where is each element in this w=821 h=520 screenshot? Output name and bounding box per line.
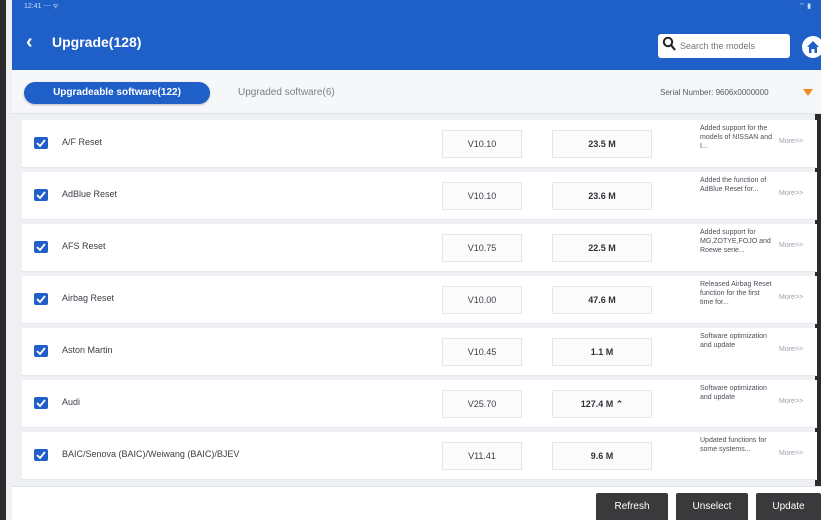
software-name: Aston Martin [62, 345, 113, 355]
software-version: V10.10 [442, 182, 522, 210]
search-icon[interactable] [662, 36, 678, 54]
tab-bar: Upgradeable software(122) Upgraded softw… [12, 70, 821, 114]
software-name: AdBlue Reset [62, 189, 118, 199]
software-version: V25.70 [442, 390, 522, 418]
software-description: Added support for MG,ZOTYE,FOJO and Roew… [700, 229, 771, 254]
software-size: 1.1 M [552, 338, 652, 366]
check-icon [36, 295, 46, 304]
check-icon [36, 399, 46, 408]
software-description: Software optimization and update [700, 333, 767, 349]
more-link[interactable]: More>> [779, 294, 803, 301]
software-version: V10.75 [442, 234, 522, 262]
more-link[interactable]: More>> [779, 190, 803, 197]
search-input[interactable] [680, 37, 784, 55]
check-icon [36, 347, 46, 356]
checkbox[interactable] [34, 293, 48, 305]
serial-number-label: Serial Number: 9606x0000000 [660, 88, 769, 97]
software-size: 47.6 M [552, 286, 652, 314]
software-version: V10.00 [442, 286, 522, 314]
software-description: Updated functions for some systems... [700, 437, 767, 453]
action-bar: Refresh Unselect Update [12, 486, 821, 520]
software-name: Audi [62, 397, 81, 407]
check-icon [36, 451, 46, 460]
app-frame: 12:41 ⋯ ᯤ ⌔ ▮ ‹ Upgrade(128) Upgradeable… [0, 0, 821, 520]
more-link[interactable]: More>> [779, 346, 803, 353]
software-size: 9.6 M [552, 442, 652, 470]
software-size: 22.5 M [552, 234, 652, 262]
software-row[interactable]: BAIC/Senova (BAIC)/Weiwang (BAIC)/BJEV V… [22, 432, 817, 480]
back-arrow-icon[interactable]: ‹ [26, 32, 44, 52]
software-name: A/F Reset [62, 137, 103, 147]
software-version: V10.10 [442, 130, 522, 158]
tab-upgraded[interactable]: Upgraded software(6) [238, 82, 388, 104]
software-row[interactable]: A/F Reset V10.10 23.5 M Added support fo… [22, 120, 817, 168]
software-size: 23.6 M [552, 182, 652, 210]
status-left: 12:41 ⋯ ᯤ [24, 3, 59, 10]
home-button[interactable] [802, 36, 821, 58]
software-version: V11.41 [442, 442, 522, 470]
dropdown-arrow-icon[interactable] [803, 89, 813, 96]
more-link[interactable]: More>> [779, 450, 803, 457]
check-icon [36, 191, 46, 200]
status-right: ⌔ ▮ [798, 3, 811, 10]
software-row[interactable]: Audi V25.70 127.4 M ⌃ Software optimizat… [22, 380, 817, 428]
update-button[interactable]: Update [756, 493, 821, 520]
checkbox[interactable] [34, 189, 48, 201]
software-row[interactable]: AFS Reset V10.75 22.5 M Added support fo… [22, 224, 817, 272]
software-description: Software optimization and update [700, 385, 767, 401]
more-link[interactable]: More>> [779, 242, 803, 249]
more-link[interactable]: More>> [779, 398, 803, 405]
software-list: A/F Reset V10.10 23.5 M Added support fo… [22, 120, 821, 486]
page-title: Upgrade(128) [52, 34, 142, 50]
unselect-button[interactable]: Unselect [676, 493, 748, 520]
refresh-button[interactable]: Refresh [596, 493, 668, 520]
more-link[interactable]: More>> [779, 138, 803, 145]
checkbox[interactable] [34, 137, 48, 149]
software-name: Airbag Reset [62, 293, 115, 303]
search-box[interactable] [658, 34, 790, 58]
home-icon [807, 41, 819, 53]
checkbox[interactable] [34, 345, 48, 357]
check-icon [36, 139, 46, 148]
title-bar: ‹ Upgrade(128) [12, 14, 821, 70]
serial-number-selector[interactable]: Serial Number: 9606x0000000 [660, 83, 813, 103]
software-name: BAIC/Senova (BAIC)/Weiwang (BAIC)/BJEV [62, 449, 240, 459]
checkbox[interactable] [34, 241, 48, 253]
software-version: V10.45 [442, 338, 522, 366]
tab-upgradeable[interactable]: Upgradeable software(122) [24, 82, 210, 104]
software-row[interactable]: Airbag Reset V10.00 47.6 M Released Airb… [22, 276, 817, 324]
software-size: 127.4 M ⌃ [552, 390, 652, 418]
software-description: Added support for the models of NISSAN a… [700, 125, 772, 150]
software-description: Added the function of AdBlue Reset for..… [700, 177, 767, 193]
software-row[interactable]: AdBlue Reset V10.10 23.6 M Added the fun… [22, 172, 817, 220]
status-bar: 12:41 ⋯ ᯤ ⌔ ▮ [12, 0, 821, 14]
software-row[interactable]: Aston Martin V10.45 1.1 M Software optim… [22, 328, 817, 376]
checkbox[interactable] [34, 449, 48, 461]
software-name: AFS Reset [62, 241, 106, 251]
software-size: 23.5 M [552, 130, 652, 158]
software-description: Released Airbag Reset function for the f… [700, 281, 772, 306]
check-icon [36, 243, 46, 252]
checkbox[interactable] [34, 397, 48, 409]
